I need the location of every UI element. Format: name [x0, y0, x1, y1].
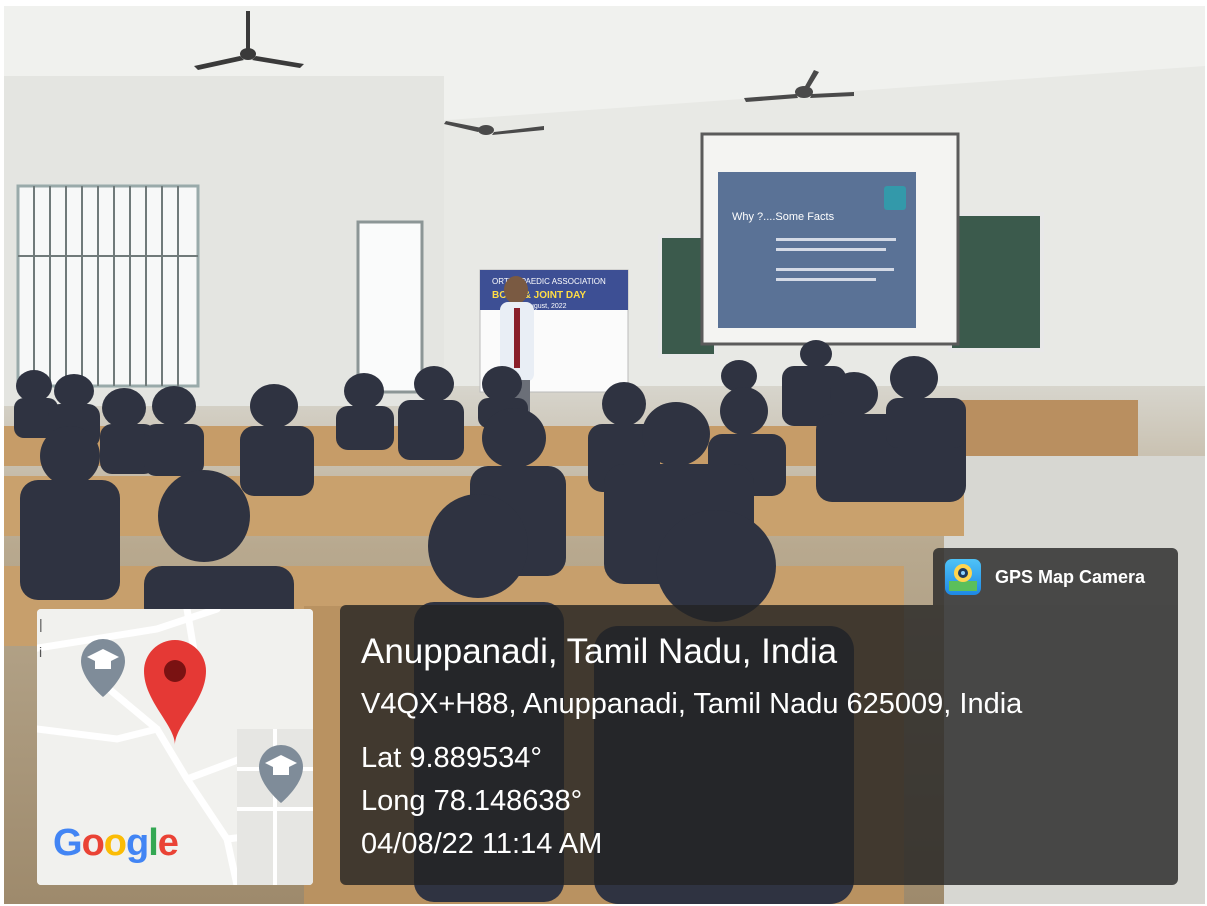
google-letter: e [157, 822, 179, 864]
longitude: Long 78.148638° [361, 785, 583, 817]
google-letter: G [53, 822, 83, 864]
place-name: Anuppanadi, Tamil Nadu, India [361, 632, 838, 671]
google-letter: o [81, 822, 105, 864]
map-thumbnail: | i Google [37, 609, 313, 885]
location-info-panel: Anuppanadi, Tamil Nadu, India V4QX+H88, … [340, 605, 1178, 885]
app-badge: GPS Map Camera [933, 548, 1178, 605]
google-logo: Google [53, 822, 179, 865]
slide-title: Why ?....Some Facts [732, 211, 835, 223]
google-letter: l [148, 822, 159, 864]
google-letter: o [103, 822, 127, 864]
gps-map-camera-icon [945, 559, 981, 595]
address: V4QX+H88, Anuppanadi, Tamil Nadu 625009,… [361, 688, 1023, 720]
datetime: 04/08/22 11:14 AM [361, 828, 603, 860]
app-name: GPS Map Camera [995, 567, 1146, 587]
photo-frame: Why ?....Some Facts ORTHOPAEDIC ASSOCIAT… [0, 0, 1207, 906]
svg-text:i: i [39, 644, 42, 660]
google-letter: g [126, 822, 149, 864]
latitude: Lat 9.889534° [361, 742, 542, 774]
svg-text:|: | [39, 616, 43, 632]
